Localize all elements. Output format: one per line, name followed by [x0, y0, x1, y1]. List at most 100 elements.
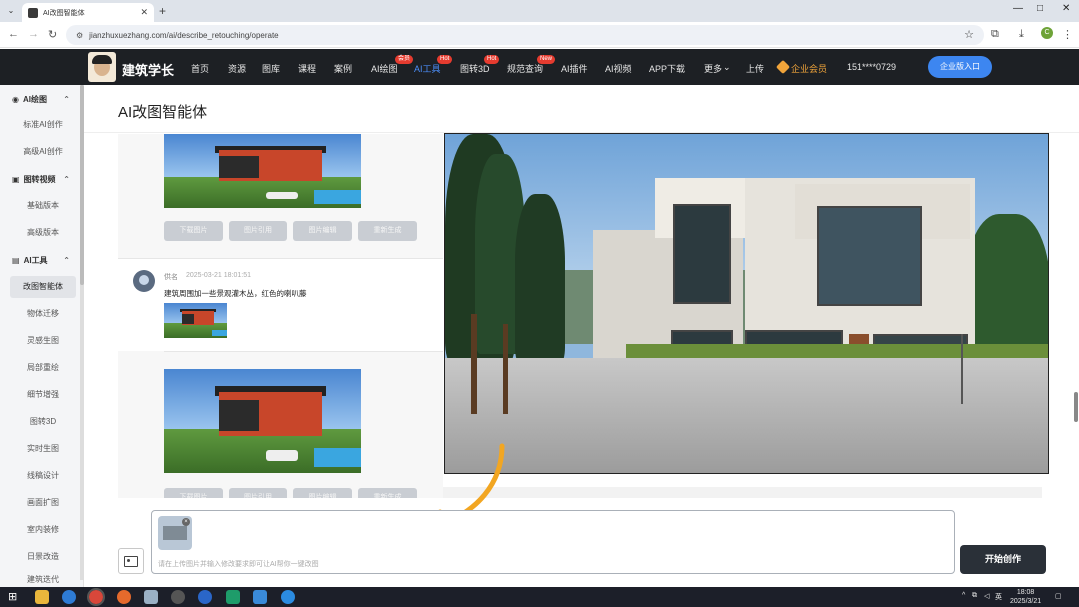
- preview-image[interactable]: [444, 133, 1049, 474]
- sidebar-item-interior[interactable]: 室内装修: [10, 519, 76, 541]
- app-icon[interactable]: [144, 590, 158, 604]
- new-tab-icon[interactable]: +: [159, 4, 166, 18]
- edge-icon[interactable]: [62, 590, 76, 604]
- app-icon[interactable]: [226, 590, 240, 604]
- image-edit-button[interactable]: 图片编辑: [293, 221, 352, 241]
- new-badge: New: [537, 55, 556, 64]
- sidebar-item-advanced-ai[interactable]: 高级AI创作: [10, 141, 76, 163]
- bookmark-star-icon[interactable]: ☆: [964, 28, 974, 41]
- user-phone[interactable]: 151****0729: [847, 62, 896, 72]
- nav-app-download[interactable]: APP下载: [649, 62, 685, 75]
- sidebar-item-basic[interactable]: 基础版本: [10, 195, 76, 217]
- tray-chevron-icon[interactable]: ^: [962, 592, 965, 599]
- url-field[interactable]: ⚙ jianzhuxuezhang.com/ai/describe_retouc…: [66, 25, 984, 45]
- browser-tab[interactable]: AI改图智能体 ✕: [22, 3, 154, 22]
- browser-menu-icon[interactable]: ⋮: [1062, 28, 1073, 41]
- nav-ai-draw[interactable]: AI绘图: [371, 62, 398, 75]
- close-tab-icon[interactable]: ✕: [140, 7, 148, 18]
- sidebar-item-edit-agent[interactable]: 改图智能体: [10, 276, 76, 298]
- nav-ai-plugin[interactable]: AI插件: [561, 62, 588, 75]
- remove-icon[interactable]: ×: [182, 518, 190, 526]
- sidebar-item-daylight[interactable]: 日景改造: [10, 546, 76, 568]
- page-scrollbar[interactable]: [1074, 392, 1078, 422]
- sidebar-item-lineart[interactable]: 线稿设计: [10, 465, 76, 487]
- message-username: 供名: [164, 274, 178, 281]
- enterprise-entry-button[interactable]: 企业版入口: [928, 56, 992, 78]
- sidebar-item-3d[interactable]: 图转3D: [10, 411, 76, 433]
- forward-icon[interactable]: →: [28, 28, 39, 40]
- sidebar-item-iterate[interactable]: 建筑迭代: [10, 573, 76, 587]
- image-reference-button[interactable]: 图片引用: [229, 221, 287, 241]
- back-icon[interactable]: ←: [8, 28, 19, 40]
- firefox-icon[interactable]: [117, 590, 131, 604]
- site-info-icon[interactable]: ⚙: [76, 31, 83, 40]
- site-name[interactable]: 建筑学长: [122, 60, 174, 79]
- sidebar-item-expand[interactable]: 画面扩图: [10, 492, 76, 514]
- nav-ai-tools[interactable]: AI工具: [414, 62, 441, 75]
- app-icon[interactable]: [198, 590, 212, 604]
- upload-image-button[interactable]: [118, 548, 144, 574]
- nav-cases[interactable]: 案例: [334, 62, 352, 75]
- chevron-up-icon: ⌃: [63, 255, 70, 265]
- download-image-button[interactable]: 下载图片: [164, 221, 223, 241]
- nav-spec-query[interactable]: 规范查询: [507, 62, 543, 75]
- file-explorer-icon[interactable]: [35, 590, 49, 604]
- windows-start-icon[interactable]: ⊞: [8, 590, 22, 604]
- generated-image-1[interactable]: [164, 134, 361, 208]
- sidebar-item-detail[interactable]: 细节增强: [10, 384, 76, 406]
- extensions-icon[interactable]: ⧉: [991, 28, 999, 41]
- sidebar: ◉ AI绘图 ⌃ 标准AI创作 高级AI创作 ▣ 图转视频 ⌃ 基础版本 高级版…: [0, 85, 84, 587]
- regenerate-button[interactable]: 重新生成: [358, 488, 417, 498]
- nav-home[interactable]: 首页: [191, 62, 209, 75]
- browser-tab-bar: ⌄ AI改图智能体 ✕ + — □ ✕: [0, 0, 1079, 22]
- nav-courses[interactable]: 课程: [298, 62, 316, 75]
- sidebar-item-inspiration[interactable]: 灵感生图: [10, 330, 76, 352]
- maximize-icon[interactable]: □: [1037, 3, 1043, 14]
- sidebar-item-advanced[interactable]: 高级版本: [10, 222, 76, 244]
- sidebar-group-ai-tools[interactable]: ▤ AI工具 ⌃: [0, 248, 84, 272]
- sidebar-item-inpaint[interactable]: 局部重绘: [10, 357, 76, 379]
- minimize-icon[interactable]: —: [1013, 3, 1023, 14]
- nav-upload[interactable]: 上传: [746, 62, 764, 75]
- avatar: [133, 270, 155, 292]
- nav-img-to-3d[interactable]: 图转3D: [460, 62, 490, 75]
- download-icon[interactable]: ⤓: [1019, 28, 1024, 41]
- close-window-icon[interactable]: ✕: [1062, 3, 1070, 14]
- profile-avatar[interactable]: C: [1041, 27, 1053, 39]
- volume-icon[interactable]: ◁: [984, 592, 989, 600]
- sidebar-group-label: AI工具: [23, 255, 48, 265]
- hot-badge: Hot: [437, 55, 453, 64]
- message-thumbnail[interactable]: [164, 303, 227, 338]
- app-icon[interactable]: [281, 590, 295, 604]
- lock-icon: ▤: [12, 255, 20, 265]
- download-image-button[interactable]: 下载图片: [164, 488, 223, 498]
- nav-gallery[interactable]: 图库: [262, 62, 280, 75]
- sidebar-item-object-transfer[interactable]: 物体迁移: [10, 303, 76, 325]
- image-reference-button[interactable]: 图片引用: [229, 488, 287, 498]
- sidebar-item-realtime[interactable]: 实时生图: [10, 438, 76, 460]
- chevron-down-icon[interactable]: ⌄: [723, 62, 731, 73]
- regenerate-button[interactable]: 重新生成: [358, 221, 417, 241]
- uploaded-image-thumbnail[interactable]: ×: [158, 516, 192, 550]
- image-edit-button[interactable]: 图片编辑: [293, 488, 352, 498]
- reload-icon[interactable]: ↻: [48, 28, 57, 41]
- sidebar-group-ai-draw[interactable]: ◉ AI绘图 ⌃: [0, 87, 84, 111]
- logo-image[interactable]: [88, 52, 116, 82]
- sidebar-scrollbar[interactable]: [80, 85, 84, 580]
- tab-list-icon[interactable]: ⌄: [4, 4, 18, 18]
- nav-ai-video[interactable]: AI视频: [605, 62, 632, 75]
- start-create-button[interactable]: 开始创作: [960, 545, 1046, 574]
- sidebar-group-video[interactable]: ▣ 图转视频 ⌃: [0, 167, 84, 191]
- chrome-icon[interactable]: [87, 588, 105, 606]
- enterprise-member-link[interactable]: 企业会员: [791, 62, 827, 75]
- app-icon[interactable]: [171, 590, 185, 604]
- nav-more[interactable]: 更多: [704, 62, 722, 75]
- ime-indicator[interactable]: 英: [995, 592, 1002, 602]
- generated-image-2[interactable]: [164, 369, 361, 473]
- app-icon[interactable]: [253, 590, 267, 604]
- notification-icon[interactable]: ▢: [1055, 592, 1062, 600]
- nav-resources[interactable]: 资源: [228, 62, 246, 75]
- network-icon[interactable]: ⧉: [972, 592, 977, 600]
- taskbar-clock[interactable]: 18:08 2025/3/21: [1010, 588, 1041, 606]
- sidebar-item-standard-ai[interactable]: 标准AI创作: [10, 114, 76, 136]
